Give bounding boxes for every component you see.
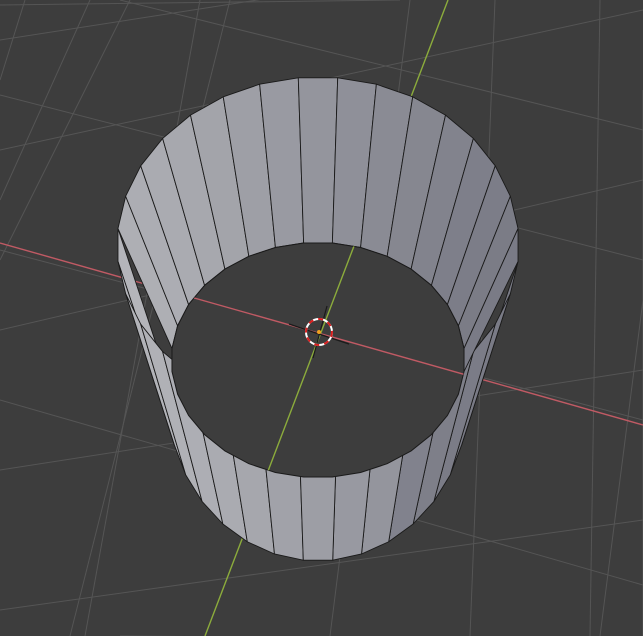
viewport-canvas[interactable] xyxy=(0,0,643,636)
open-floor xyxy=(171,242,465,478)
3d-viewport[interactable] xyxy=(0,0,643,636)
inner-face xyxy=(297,77,339,244)
cursor-origin-dot xyxy=(317,330,321,334)
